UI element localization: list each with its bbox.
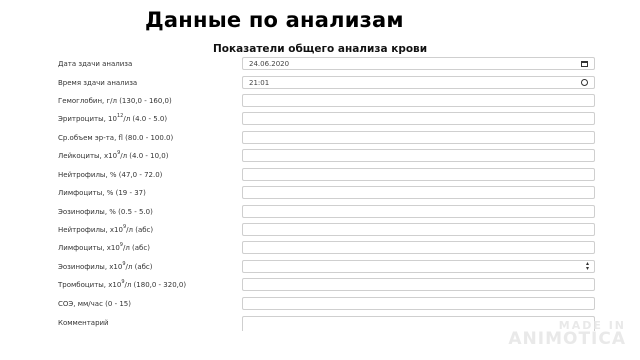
field-label: Эритроциты, 1012/л (4.0 - 5.0) [58,113,167,125]
field-label: Гемоглобин, г/л (130,0 - 160,0) [58,97,172,105]
field-label: Эозинофилы, х109/л (абс) [58,261,153,273]
label-text: Эозинофилы, х10 [58,263,123,271]
form-row-date: Дата здачи анализа 24.06.2020 [0,57,640,73]
eosinophils-pct-input[interactable] [242,205,595,218]
form-row-hemoglobin: Гемоглобин, г/л (130,0 - 160,0) [0,94,640,110]
label-text: /л (абс) [126,226,154,234]
field-label: СОЭ, мм/час (0 - 15) [58,300,131,308]
label-text: /л (4.0 - 5.0) [123,115,168,123]
page-title: Данные по анализам [145,8,404,32]
mcv-input[interactable] [242,131,595,144]
leukocytes-input[interactable] [242,149,595,162]
select-arrows-icon[interactable]: ▴ ▾ [586,261,589,272]
form-row-eosinophils-abs: Эозинофилы, х109/л (абс) ▴ ▾ [0,260,640,276]
form-row-eosinophils-pct: Эозинофилы, % (0.5 - 5.0) [0,205,640,221]
date-value: 24.06.2020 [249,60,290,68]
hemoglobin-input[interactable] [242,94,595,107]
neutrophils-abs-input[interactable] [242,223,595,236]
platelets-input[interactable] [242,278,595,291]
field-label: Лимфоциты, % (19 - 37) [58,189,146,197]
label-text: Лейкоциты, х10 [58,152,118,160]
field-label: Ср.объем эр-та, fl (80.0 - 100.0) [58,134,174,142]
label-text: /л (4.0 - 10,0) [120,152,169,160]
form-row-lymphocytes-abs: Лимфоциты, х109/л (абс) [0,241,640,257]
field-label: Лейкоциты, х109/л (4.0 - 10,0) [58,150,168,162]
lymphocytes-pct-input[interactable] [242,186,595,199]
field-label: Тромбоциты, х109/л (180,0 - 320,0) [58,279,186,291]
form-row-mcv: Ср.объем эр-та, fl (80.0 - 100.0) [0,131,640,147]
time-value: 21:01 [249,79,270,87]
field-label: Нейтрофилы, х109/л (абс) [58,224,153,236]
neutrophils-pct-input[interactable] [242,168,595,181]
form-row-lymphocytes-pct: Лимфоциты, % (19 - 37) [0,186,640,202]
form-row-leukocytes: Лейкоциты, х109/л (4.0 - 10,0) [0,149,640,165]
clock-icon[interactable] [581,79,588,86]
eosinophils-abs-select[interactable]: ▴ ▾ [242,260,595,273]
field-label: Дата здачи анализа [58,60,133,68]
lymphocytes-abs-input[interactable] [242,241,595,254]
calendar-icon[interactable] [581,61,588,67]
field-label: Комментарий [58,319,109,327]
section-title: Показатели общего анализа крови [212,43,428,55]
form-row-platelets: Тромбоциты, х109/л (180,0 - 320,0) [0,278,640,294]
label-text: Лимфоциты, х10 [58,244,120,252]
date-input[interactable]: 24.06.2020 [242,57,595,70]
form-row-neutrophils-pct: Нейтрофилы, % (47,0 - 72.0) [0,168,640,184]
label-text: Нейтрофилы, х10 [58,226,123,234]
label-text: /л (абс) [125,263,153,271]
field-label: Нейтрофилы, % (47,0 - 72.0) [58,171,163,179]
label-text: Эритроциты, 10 [58,115,117,123]
time-input[interactable]: 21:01 [242,76,595,89]
watermark-line2: ANIMOTICA [508,329,626,349]
label-text: /л (180,0 - 320,0) [124,281,187,289]
esr-input[interactable] [242,297,595,310]
watermark: MADE IN ANIMOTICA [508,320,626,348]
label-text: /л (абс) [122,244,150,252]
field-label: Эозинофилы, % (0.5 - 5.0) [58,208,153,216]
field-label: Время здачи анализа [58,79,138,87]
form-row-erythrocytes: Эритроциты, 1012/л (4.0 - 5.0) [0,112,640,128]
form-row-time: Время здачи анализа 21:01 [0,76,640,92]
field-label: Лимфоциты, х109/л (абс) [58,242,150,254]
label-text: Тромбоциты, х10 [58,281,122,289]
form-row-neutrophils-abs: Нейтрофилы, х109/л (абс) [0,223,640,239]
form-row-esr: СОЭ, мм/час (0 - 15) [0,297,640,313]
erythrocytes-input[interactable] [242,112,595,125]
